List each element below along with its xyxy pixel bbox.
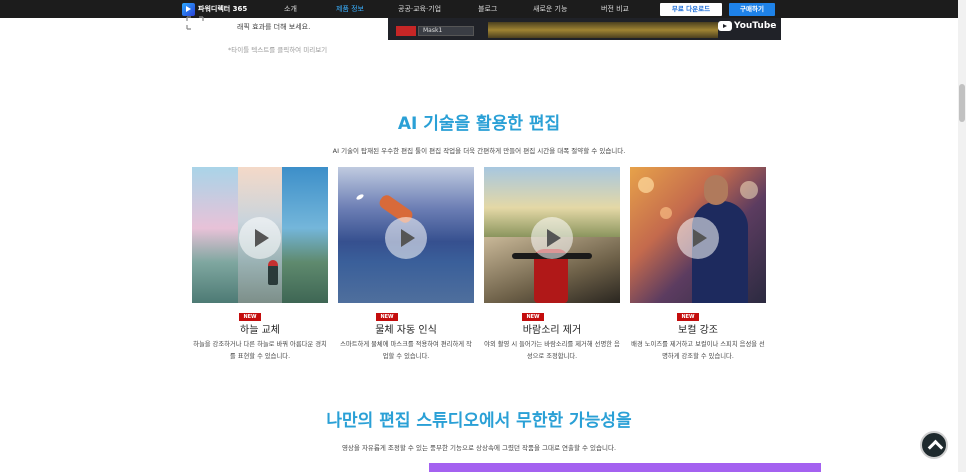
- feature-card-vocal-boost: NEW 보컬 강조 배경 노이즈를 제거하고 보컬이나 스피치 음성을 선명하게…: [630, 167, 766, 360]
- youtube-label: YouTube: [734, 21, 777, 31]
- studio-section-title: 나만의 편집 스튜디오에서 무한한 가능성을: [326, 411, 632, 431]
- powerdirector-logo-icon: [182, 2, 195, 16]
- new-badge: NEW: [376, 313, 398, 321]
- play-icon[interactable]: [385, 217, 427, 259]
- play-icon[interactable]: [531, 217, 573, 259]
- feature-title: 바람소리 제거: [522, 325, 582, 336]
- free-download-button[interactable]: 무료 다운로드: [660, 3, 722, 16]
- wind-removal-video-thumbnail[interactable]: [484, 167, 620, 303]
- prev-section-desc: 래픽 효과를 더해 보세요.: [237, 23, 311, 31]
- feature-desc: 스마트하게 물체에 마스크를 적용하여 편리하게 작업할 수 있습니다.: [340, 341, 472, 360]
- prev-section-note: *타이틀 텍스트를 클릭하여 미리보기: [228, 46, 328, 54]
- text-title-icon: [186, 16, 204, 30]
- feature-desc: 하늘을 강조하거나 다른 하늘로 바꿔 아름다운 경치를 표현할 수 있습니다.: [193, 341, 327, 360]
- vocal-boost-video-thumbnail[interactable]: [630, 167, 766, 303]
- new-badge: NEW: [677, 313, 699, 321]
- scrollbar-thumb[interactable]: [959, 84, 965, 122]
- sky-replacement-video-thumbnail[interactable]: [192, 167, 328, 303]
- feature-card-sky-replacement: NEW 하늘 교체 하늘을 강조하거나 다른 하늘로 바꿔 아름다운 경치를 표…: [192, 167, 328, 360]
- feature-title: 하늘 교체: [240, 325, 280, 336]
- logo-text: 파워디렉터 365: [198, 5, 248, 13]
- feature-title: 물체 자동 인식: [375, 325, 437, 336]
- nav-item-blog[interactable]: 블로그: [478, 4, 497, 14]
- nav-item-new-features[interactable]: 새로운 기능: [533, 4, 567, 14]
- ai-section-title: AI 기술을 활용한 편집: [397, 114, 561, 134]
- embedded-video[interactable]: Mask1 YouTube: [388, 18, 781, 40]
- youtube-watermark[interactable]: YouTube: [718, 21, 776, 31]
- feature-desc: 배경 노이즈를 제거하고 보컬이나 스피치 음성을 선명하게 강조할 수 있습니…: [631, 341, 765, 360]
- new-badge: NEW: [522, 313, 544, 321]
- video-track-marker: [396, 26, 416, 36]
- studio-media-banner: [429, 463, 821, 472]
- video-mask-label: Mask1: [418, 26, 474, 36]
- nav-item-business[interactable]: 공공·교육·기업: [398, 4, 441, 14]
- feature-desc: 야외 촬영 시 들어가는 바람소리를 제거해 선명한 음성으로 조정합니다.: [484, 341, 620, 360]
- audio-waveform: [488, 22, 718, 38]
- play-icon[interactable]: [677, 217, 719, 259]
- new-badge: NEW: [239, 313, 261, 321]
- feature-title: 보컬 강조: [678, 325, 718, 336]
- ai-section-subtitle: AI 기술이 탑재된 우수한 편집 툴이 편집 작업을 더욱 간편하게 만들어 …: [332, 147, 626, 155]
- studio-section-subtitle: 영상을 자유롭게 조정할 수 있는 풍부한 기능으로 상상속에 그렸던 작품을 …: [341, 444, 617, 452]
- page-scrollbar[interactable]: [958, 0, 966, 472]
- nav-item-intro[interactable]: 소개: [284, 4, 297, 14]
- nav-item-product-info[interactable]: 제품 정보: [336, 4, 364, 14]
- play-icon[interactable]: [239, 217, 281, 259]
- logo[interactable]: 파워디렉터 365: [182, 2, 247, 16]
- youtube-play-icon: [718, 21, 732, 31]
- top-nav: 파워디렉터 365 소개 제품 정보 공공·교육·기업 블로그 새로운 기능 버…: [0, 0, 958, 18]
- feature-card-wind-removal: NEW 바람소리 제거 야외 촬영 시 들어가는 바람소리를 제거해 선명한 음…: [484, 167, 620, 360]
- object-detection-video-thumbnail[interactable]: [338, 167, 474, 303]
- nav-item-compare[interactable]: 버전 비교: [601, 4, 629, 14]
- buy-button[interactable]: 구매하기: [729, 3, 775, 16]
- feature-card-object-detection: NEW 물체 자동 인식 스마트하게 물체에 마스크를 적용하여 편리하게 작업…: [338, 167, 474, 360]
- scroll-to-top-button[interactable]: [920, 431, 948, 459]
